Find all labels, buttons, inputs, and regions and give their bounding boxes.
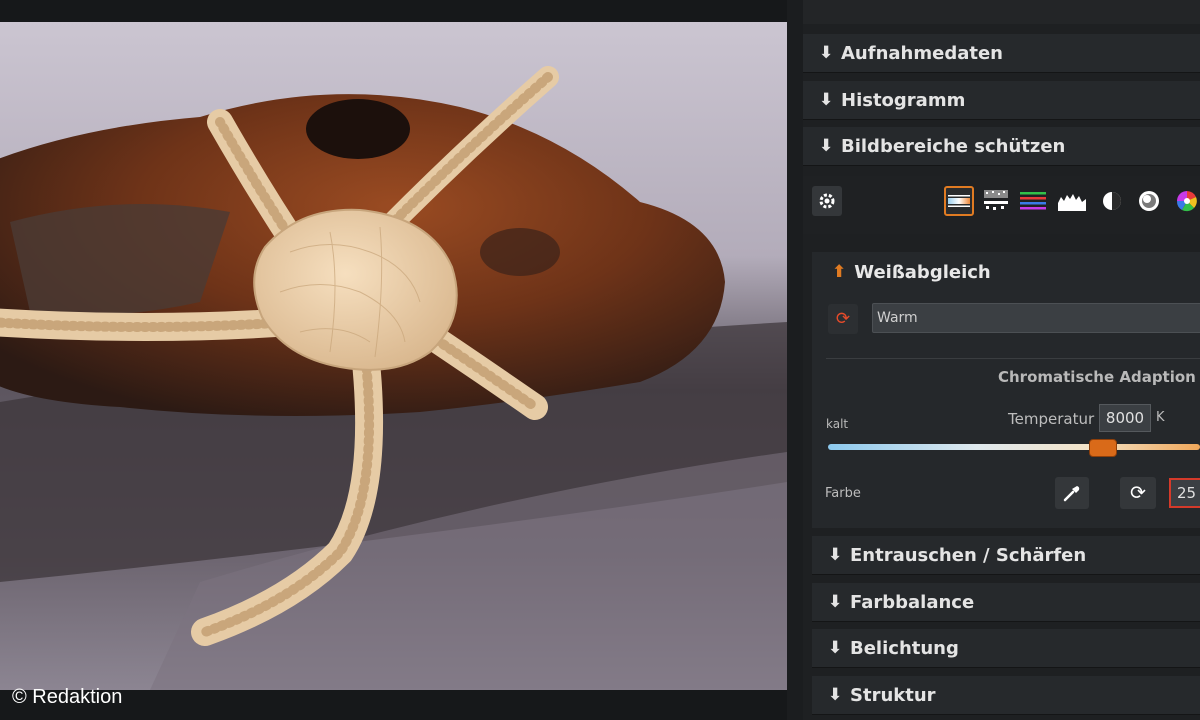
arrow-down-icon: ⬇ xyxy=(819,136,834,156)
section-entrauschen[interactable]: ⬇ Entrauschen / Schärfen xyxy=(812,536,1200,575)
section-label: Farbbalance xyxy=(850,591,975,613)
section-struktur[interactable]: ⬇ Struktur xyxy=(812,676,1200,715)
farbe-label: Farbe xyxy=(825,486,861,501)
copyright-caption: © Redaktion xyxy=(12,686,123,708)
white-balance-title: Weißabgleich xyxy=(854,261,991,283)
farbe-input[interactable]: 25 xyxy=(1169,478,1200,508)
kalt-label: kalt xyxy=(826,417,849,431)
section-histogramm[interactable]: ⬇ Histogramm xyxy=(803,81,1200,120)
temperature-slider-thumb[interactable] xyxy=(1089,439,1118,457)
histogram-tool-icon xyxy=(1058,194,1086,211)
temperature-unit: K xyxy=(1156,410,1165,425)
color-wheel-tool-icon xyxy=(1176,191,1197,212)
temperature-input[interactable]: 8000 xyxy=(1099,404,1151,432)
arrow-up-icon: ⬆ xyxy=(832,262,847,282)
panel-top-strip xyxy=(803,0,1200,24)
section-label: Aufnahmedaten xyxy=(841,42,1003,64)
arrow-down-icon: ⬇ xyxy=(819,43,834,63)
eyedropper-icon xyxy=(1063,486,1080,502)
arrow-down-icon: ⬇ xyxy=(828,592,843,612)
color-lines-tool-button[interactable] xyxy=(1018,186,1048,216)
section-belichtung[interactable]: ⬇ Belichtung xyxy=(812,629,1200,668)
section-bildbereiche[interactable]: ⬇ Bildbereiche schützen xyxy=(803,127,1200,166)
arrow-down-icon: ⬇ xyxy=(828,545,843,565)
panel-divider[interactable] xyxy=(787,0,803,720)
contrast-tool-icon xyxy=(1103,192,1121,210)
histogram-tool-button[interactable] xyxy=(1057,186,1087,216)
temperature-slider-track[interactable] xyxy=(828,444,1200,450)
divider xyxy=(826,358,1200,359)
tool-toolbar xyxy=(803,176,1200,234)
section-aufnahmedaten[interactable]: ⬇ Aufnahmedaten xyxy=(803,34,1200,73)
contrast-tool-button[interactable] xyxy=(1097,186,1127,216)
section-farbbalance[interactable]: ⬇ Farbbalance xyxy=(812,583,1200,622)
noise-tool-button[interactable] xyxy=(981,186,1011,216)
photo-canvas[interactable] xyxy=(0,22,787,690)
white-balance-tool-icon xyxy=(948,195,970,207)
section-label: Histogramm xyxy=(841,89,966,111)
settings-button[interactable] xyxy=(812,186,842,216)
brittle-star-photo xyxy=(0,22,787,690)
refresh-icon: ⟳ xyxy=(835,309,851,329)
gear-icon xyxy=(819,193,835,209)
section-label: Belichtung xyxy=(850,637,959,659)
white-balance-tool-button[interactable] xyxy=(944,186,974,216)
arrow-down-icon: ⬇ xyxy=(819,90,834,110)
white-balance-preset-select[interactable]: Warm xyxy=(872,303,1200,333)
white-balance-header[interactable]: ⬆ Weißabgleich xyxy=(812,252,1200,292)
preset-refresh-button[interactable]: ⟳ xyxy=(828,304,858,334)
chromatic-adaption-label: Chromatische Adaption xyxy=(998,368,1196,386)
arrow-down-icon: ⬇ xyxy=(828,638,843,658)
temperature-label: Temperatur xyxy=(1008,410,1095,428)
section-label: Entrauschen / Schärfen xyxy=(850,544,1087,566)
color-wheel-tool-button[interactable] xyxy=(1172,186,1200,216)
noise-tool-icon xyxy=(984,190,1008,210)
vignette-tool-icon xyxy=(1139,191,1159,211)
eyedropper-button[interactable] xyxy=(1055,477,1089,509)
color-lines-tool-icon xyxy=(1020,192,1046,210)
arrow-down-icon: ⬇ xyxy=(828,685,843,705)
reset-button[interactable]: ⟳ xyxy=(1120,477,1156,509)
section-label: Struktur xyxy=(850,684,936,706)
section-label: Bildbereiche schützen xyxy=(841,135,1066,157)
refresh-icon: ⟳ xyxy=(1130,482,1146,504)
vignette-tool-button[interactable] xyxy=(1134,186,1164,216)
